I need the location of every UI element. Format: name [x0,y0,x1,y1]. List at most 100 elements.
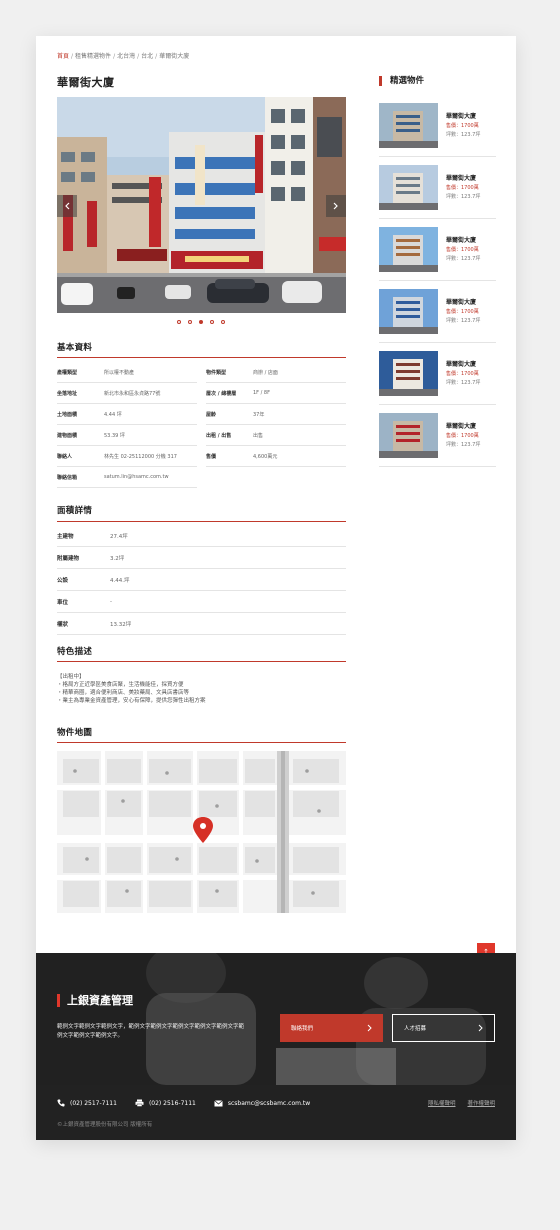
feature-line: ・格局方正近學區美食店聚，生活機能佳，採買方便 [57,682,184,688]
listing-thumbnail[interactable] [379,289,438,334]
site-footer: (02) 2517-7111 (02) 2516-7111 scsbamc@sc… [36,1085,516,1140]
info-value: 新北市永和區永貞路77號 [104,390,161,397]
listing-info: 華爾街大廈 售價：1700萬 坪數：123.7坪 [446,422,480,450]
mail-icon [214,1099,223,1106]
featured-listing-item[interactable]: 華爾街大廈 售價：1700萬 坪數：123.7坪 [379,157,496,219]
info-value: 1F / 8F [253,390,270,396]
feature-line: 【出租中】 [57,674,85,680]
area-label: 權狀 [57,621,69,628]
info-value: 所以權不動產 [104,369,135,376]
info-cell: 產權類型 所以權不動產 [57,362,197,383]
contact-us-button[interactable]: 聯絡我們 [280,1014,383,1042]
listing-price: 售價：1700萬 [446,122,479,129]
listing-name[interactable]: 華爾街大廈 [446,298,480,307]
info-label: 產權類型 [57,369,78,376]
area-details-title: 面積詳情 [57,506,93,516]
info-value: 商辦 / 店面 [253,369,278,376]
carousel-dot[interactable] [210,320,214,324]
property-map[interactable] [57,751,346,913]
listing-name[interactable]: 華爾街大廈 [446,360,480,369]
banner-description: 範例文字範例文字範例文字，範例文字範例文字範例文字範例文字範例文字範例文字範例文… [57,1024,245,1039]
info-label: 聯絡人 [57,453,73,460]
listing-name[interactable]: 華爾街大廈 [446,174,480,183]
carousel-dot[interactable] [221,320,225,324]
carousel-dot[interactable] [188,320,192,324]
listing-area: 坪數：123.7坪 [446,379,481,386]
info-label: 物件類型 [206,369,227,376]
listing-name[interactable]: 華爾街大廈 [446,112,480,121]
privacy-policy-link[interactable]: 隱私權聲明 [428,1099,456,1107]
listing-thumbnail[interactable] [379,413,438,458]
feature-line: ・精華商圈，適合便利商店、美妝藥局、文具店書店等 [57,690,190,696]
page-container: 首頁 / 租售精選物件 / 北台灣 / 台北 / 華爾街大廈 華爾街大廈 基本資… [36,36,516,1140]
listing-area: 坪數：123.7坪 [446,193,481,200]
info-cell [206,467,346,488]
featured-listing-item[interactable]: 華爾街大廈 售價：1700萬 坪數：123.7坪 [379,219,496,281]
info-label: 屋齡 [206,411,217,418]
info-cell: 坐落地址 新北市永和區永貞路77號 [57,383,197,404]
featured-listing-item[interactable]: 華爾街大廈 售價：1700萬 坪數：123.7坪 [379,95,496,157]
info-value: 37年 [253,411,265,418]
breadcrumb-home-link[interactable]: 首頁 [57,53,69,60]
section-divider [57,521,346,522]
info-cell: 物件類型 商辦 / 店面 [206,362,346,383]
featured-listing-item[interactable]: 華爾街大廈 售價：1700萬 坪數：123.7坪 [379,405,496,467]
listing-area: 坪數：123.7坪 [446,441,481,448]
page-title: 華爾街大廈 [57,76,115,89]
breadcrumb: 首頁 / 租售精選物件 / 北台灣 / 台北 / 華爾街大廈 [57,53,190,60]
area-value: 27.4坪 [110,533,128,540]
basic-info-table: 產權類型 所以權不動產 物件類型 商辦 / 店面 坐落地址 新北市永和區永貞路77號 層次 … [57,362,346,488]
map-title: 物件地圖 [57,728,93,738]
carousel-prev-button[interactable] [57,195,77,217]
section-divider [57,661,346,662]
breadcrumb-link-city[interactable]: 台北 [141,53,153,60]
listing-thumbnail[interactable] [379,227,438,272]
features-title: 特色描述 [57,647,93,657]
listing-thumbnail[interactable] [379,351,438,396]
info-cell: 屋齡 37年 [206,404,346,425]
info-label: 坐落地址 [57,390,78,397]
features-description: 【出租中】・格局方正近學區美食店聚，生活機能佳，採買方便 ・精華商圈，適合便利商店… [57,673,206,705]
section-divider [57,742,346,743]
listing-info: 華爾街大廈 售價：1700萬 坪數：123.7坪 [446,174,480,202]
area-label: 公設 [57,577,69,584]
listing-thumbnail[interactable] [379,103,438,148]
feature-line: ・業主為專業金資產管理，安心有保障，提供您彈性出租方案 [57,698,206,704]
copyright-policy-link[interactable]: 著作權聲明 [467,1099,495,1107]
carousel-dot[interactable] [177,320,181,324]
info-label: 建物面積 [57,432,78,439]
info-cell: 聯絡人 林先生 02-25112000 分機 317 [57,446,197,467]
featured-listing-item[interactable]: 華爾街大廈 售價：1700萬 坪數：123.7坪 [379,281,496,343]
footer-phone[interactable]: (02) 2517-7111 [57,1099,117,1107]
contact-info: (02) 2517-7111 (02) 2516-7111 scsbamc@sc… [57,1099,328,1107]
info-row: 產權類型 所以權不動產 物件類型 商辦 / 店面 [57,362,346,383]
chevron-left-icon [65,202,70,210]
breadcrumb-link-region[interactable]: 北台灣 [117,53,135,60]
copyright-text: ©上銀資產管理股份有限公司 版權所有 [57,1122,153,1128]
printer-icon [135,1099,144,1107]
info-value: 4,600萬元 [253,453,278,460]
featured-listing-item[interactable]: 華爾街大廈 售價：1700萬 坪數：123.7坪 [379,343,496,405]
carousel-next-button[interactable] [326,195,346,217]
listing-area: 坪數：123.7坪 [446,131,481,138]
careers-button[interactable]: 人才招募 [392,1014,495,1042]
carousel-dot-active[interactable] [199,320,203,324]
contact-us-label: 聯絡我們 [291,1026,314,1032]
breadcrumb-link-listings[interactable]: 租售精選物件 [75,53,111,60]
info-row: 土地面積 4.44 坪 屋齡 37年 [57,404,346,425]
info-cell: 聯絡信箱 satum.lin@hsamc.com.tw [57,467,197,488]
listing-name[interactable]: 華爾街大廈 [446,236,480,245]
property-photo [57,97,346,313]
photo-carousel[interactable] [57,97,346,313]
footer-fax: (02) 2516-7111 [135,1099,196,1107]
listing-price: 售價：1700萬 [446,432,479,439]
area-label: 車位 [57,599,69,606]
listing-name[interactable]: 華爾街大廈 [446,422,480,431]
banner-title: 上銀資產管理 [57,994,133,1007]
footer-email[interactable]: scsbamc@scsbamc.com.tw [214,1100,310,1107]
info-row: 聯絡信箱 satum.lin@hsamc.com.tw [57,467,346,488]
area-row: 公設 4.44.坪 [57,569,346,591]
area-label: 附屬建物 [57,555,80,562]
careers-label: 人才招募 [404,1026,427,1032]
listing-thumbnail[interactable] [379,165,438,210]
